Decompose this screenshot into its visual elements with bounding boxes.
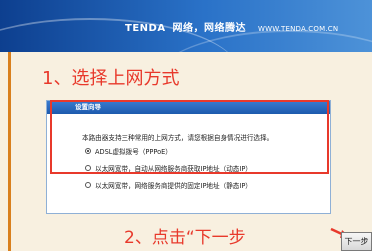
panel-intro-text: 本路由器支持三种常用的上网方式，请您根据自身情况进行选择。 xyxy=(82,134,274,142)
step2-annotation: 2、点击“下一步 xyxy=(124,228,246,248)
option-static-ip[interactable]: 以太网宽带，网络服务商提供的固定IP地址（静态IP） xyxy=(85,180,252,190)
option-pppoe[interactable]: ADSL虚拟拨号（PPPoE） xyxy=(85,146,172,156)
tenda-header-banner: TENDA 网络，网络腾达 WWW.TENDA.COM.CN xyxy=(0,0,372,52)
brand-url: WWW.TENDA.COM.CN xyxy=(258,25,339,33)
radio-unselected-icon[interactable] xyxy=(85,182,91,188)
left-accent-bar xyxy=(8,52,11,251)
brand-name: TENDA xyxy=(125,23,166,34)
option-static-ip-label: 以太网宽带，网络服务商提供的固定IP地址（静态IP） xyxy=(95,182,252,190)
panel-title: 设置向导 xyxy=(47,101,330,114)
next-step-button[interactable]: 下一步 xyxy=(341,232,372,251)
brand-line: TENDA 网络，网络腾达 WWW.TENDA.COM.CN xyxy=(125,19,338,34)
option-dynamic-ip-label: 以太网宽带，自动从网络服务商获取IP地址（动态IP） xyxy=(95,165,252,173)
radio-unselected-icon[interactable] xyxy=(85,165,91,171)
step1-annotation: 1、选择上网方式 xyxy=(42,68,180,89)
option-dynamic-ip[interactable]: 以太网宽带，自动从网络服务商获取IP地址（动态IP） xyxy=(85,163,252,173)
setup-wizard-panel: 设置向导 本路由器支持三种常用的上网方式，请您根据自身情况进行选择。 ADSL虚… xyxy=(46,100,331,214)
brand-slogan: 网络，网络腾达 xyxy=(172,23,247,34)
radio-selected-icon[interactable] xyxy=(85,148,91,154)
option-pppoe-label: ADSL虚拟拨号（PPPoE） xyxy=(95,148,172,156)
